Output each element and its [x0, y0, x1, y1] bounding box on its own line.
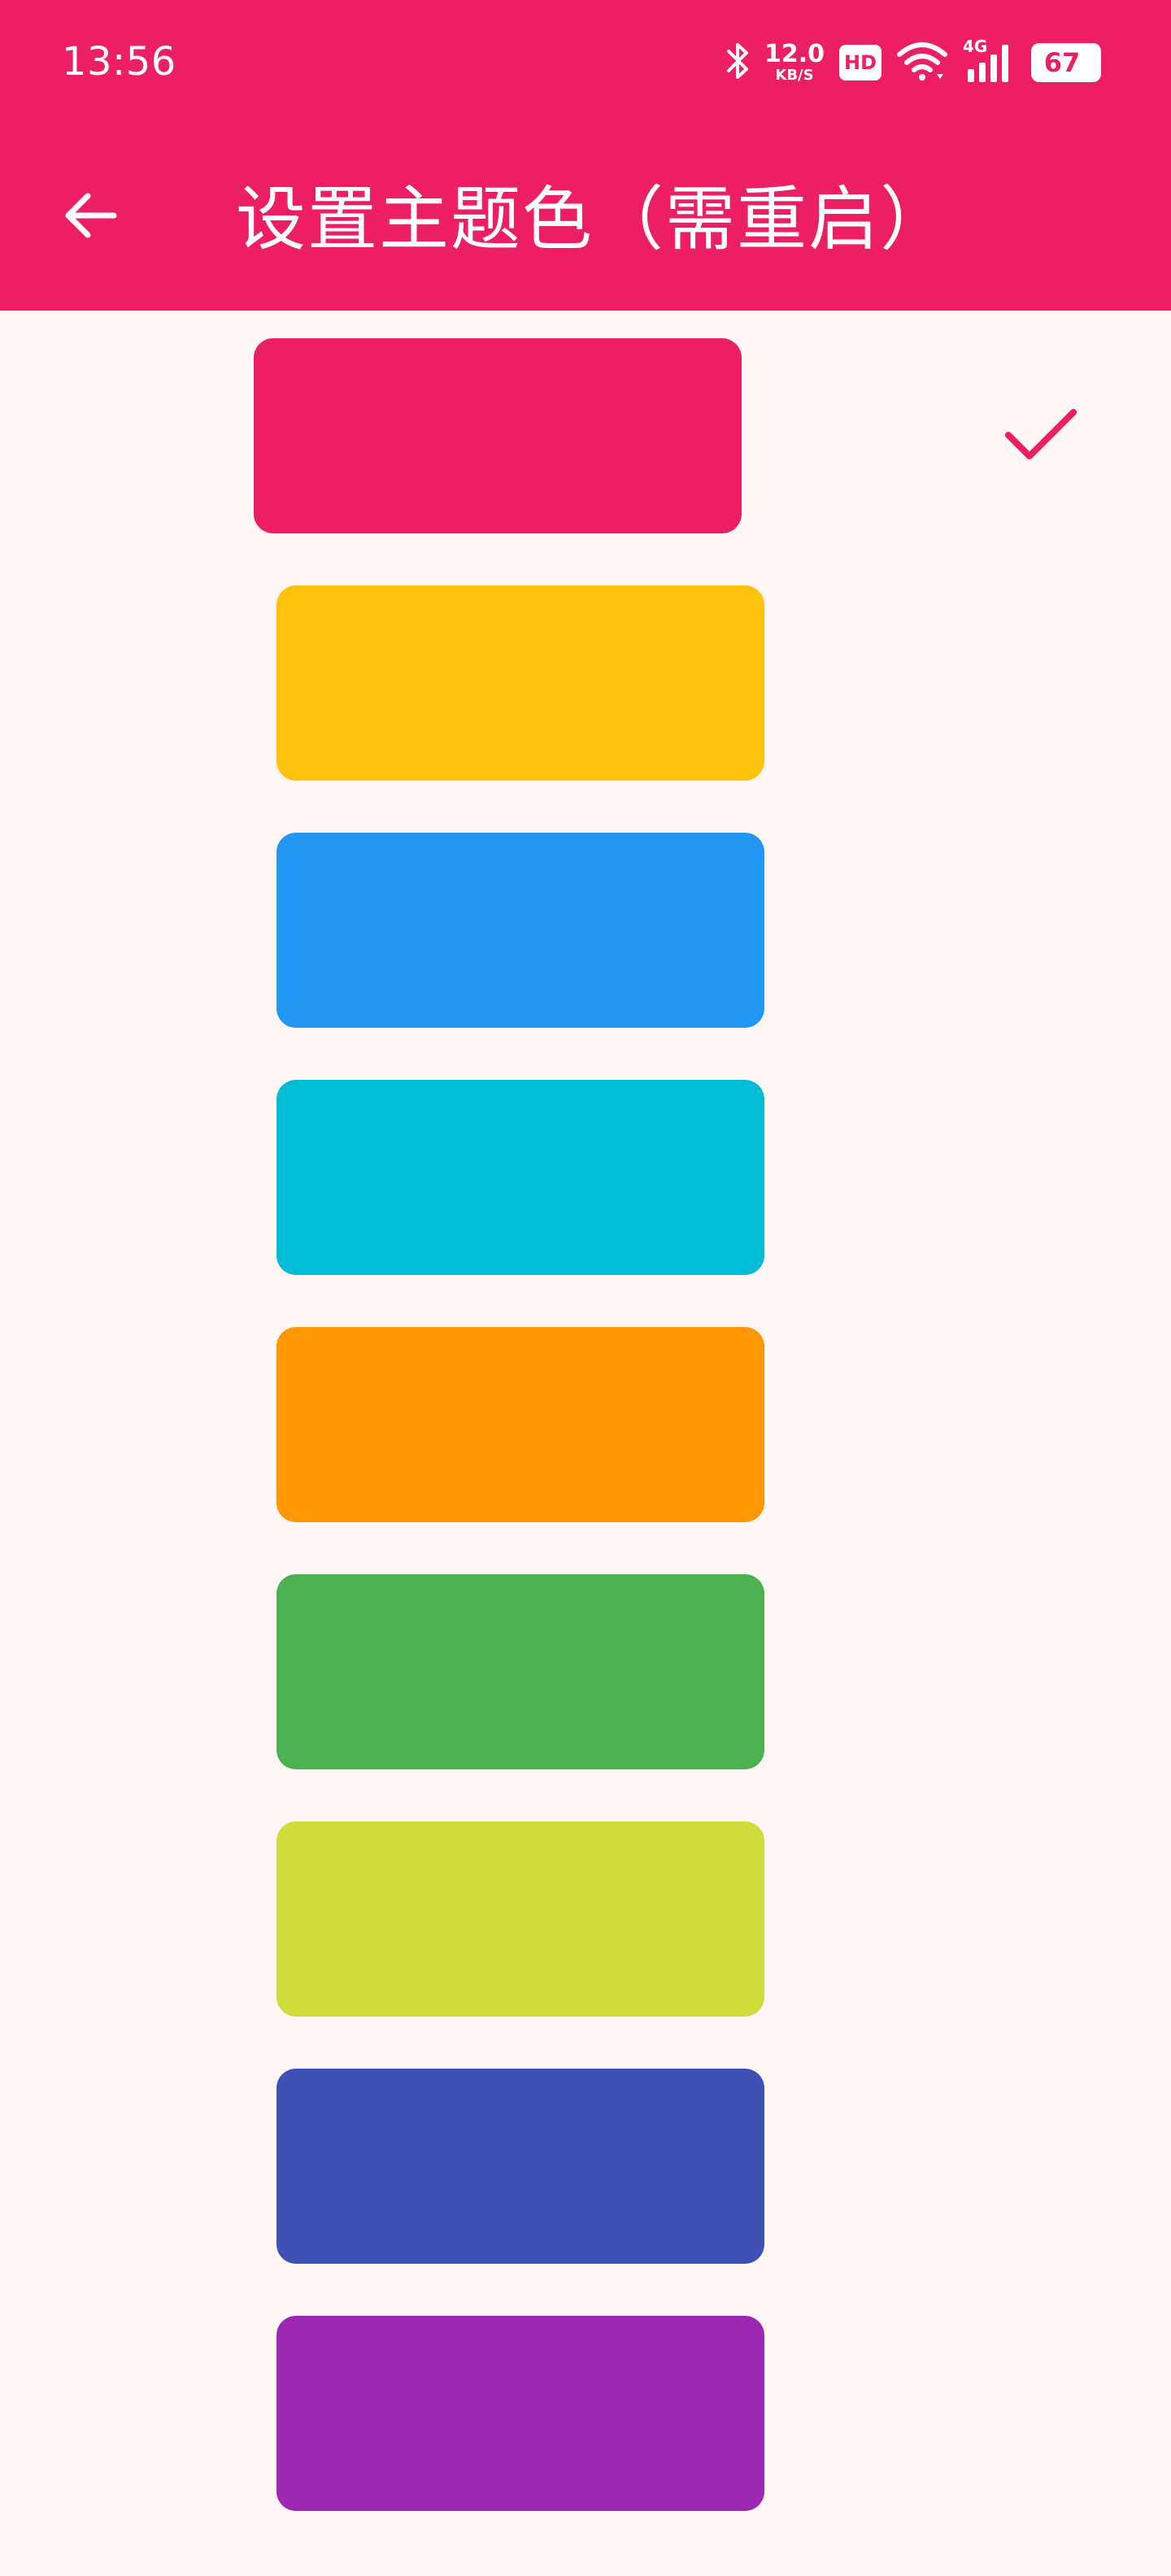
bluetooth-icon	[725, 40, 750, 85]
theme-color-orange[interactable]	[276, 1327, 764, 1522]
theme-color-amber[interactable]	[276, 585, 764, 781]
theme-color-purple[interactable]	[276, 2316, 764, 2511]
theme-color-green[interactable]	[276, 1574, 764, 1769]
theme-color-lime[interactable]	[276, 1821, 764, 2017]
wifi-icon	[896, 40, 948, 85]
theme-color-cyan[interactable]	[276, 1080, 764, 1275]
network-speed-value: 12.0	[764, 40, 825, 68]
theme-color-blue[interactable]	[276, 833, 764, 1028]
hd-icon: HD	[839, 45, 882, 80]
status-bar: 13:56 12.0 KB/S HD 4G 67	[0, 0, 1171, 130]
arrow-left-icon	[62, 186, 120, 248]
battery-level: 67	[1043, 47, 1081, 78]
cellular-signal-icon: 4G	[963, 37, 1016, 85]
page-title: 设置主题色（需重启）	[236, 179, 951, 260]
network-speed-unit: KB/S	[775, 67, 814, 84]
network-speed: 12.0 KB/S	[764, 42, 825, 83]
status-icons: 12.0 KB/S HD 4G 67	[725, 34, 1101, 91]
battery-empty-portion	[1082, 43, 1101, 82]
battery-indicator: 67	[1031, 43, 1101, 82]
theme-color-pink[interactable]	[254, 338, 742, 533]
checkmark-icon	[1000, 402, 1082, 468]
back-button[interactable]	[50, 176, 132, 258]
battery-icon: 67	[1031, 43, 1101, 82]
theme-color-indigo[interactable]	[276, 2069, 764, 2264]
status-time: 13:56	[62, 39, 176, 85]
